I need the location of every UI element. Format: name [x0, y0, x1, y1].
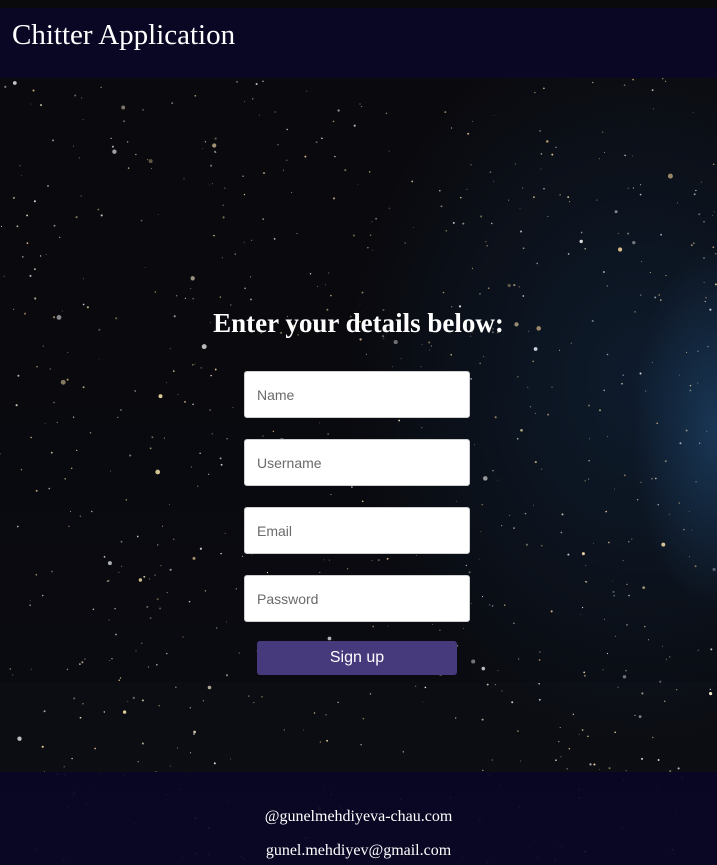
footer-email: gunel.mehdiyev@gmail.com — [265, 842, 452, 859]
signup-heading: Enter your details below: — [213, 308, 504, 338]
signup-button[interactable]: Sign up — [257, 641, 457, 675]
username-input[interactable] — [244, 439, 470, 486]
app-header: Chitter Application — [0, 8, 717, 78]
password-input[interactable] — [244, 575, 470, 622]
app-title: Chitter Application — [12, 19, 236, 51]
footer-handle: @gunelmehdiyeva-chau.com — [264, 808, 453, 825]
email-input[interactable] — [244, 507, 470, 554]
top-strip — [0, 0, 717, 8]
name-input[interactable] — [244, 371, 470, 418]
